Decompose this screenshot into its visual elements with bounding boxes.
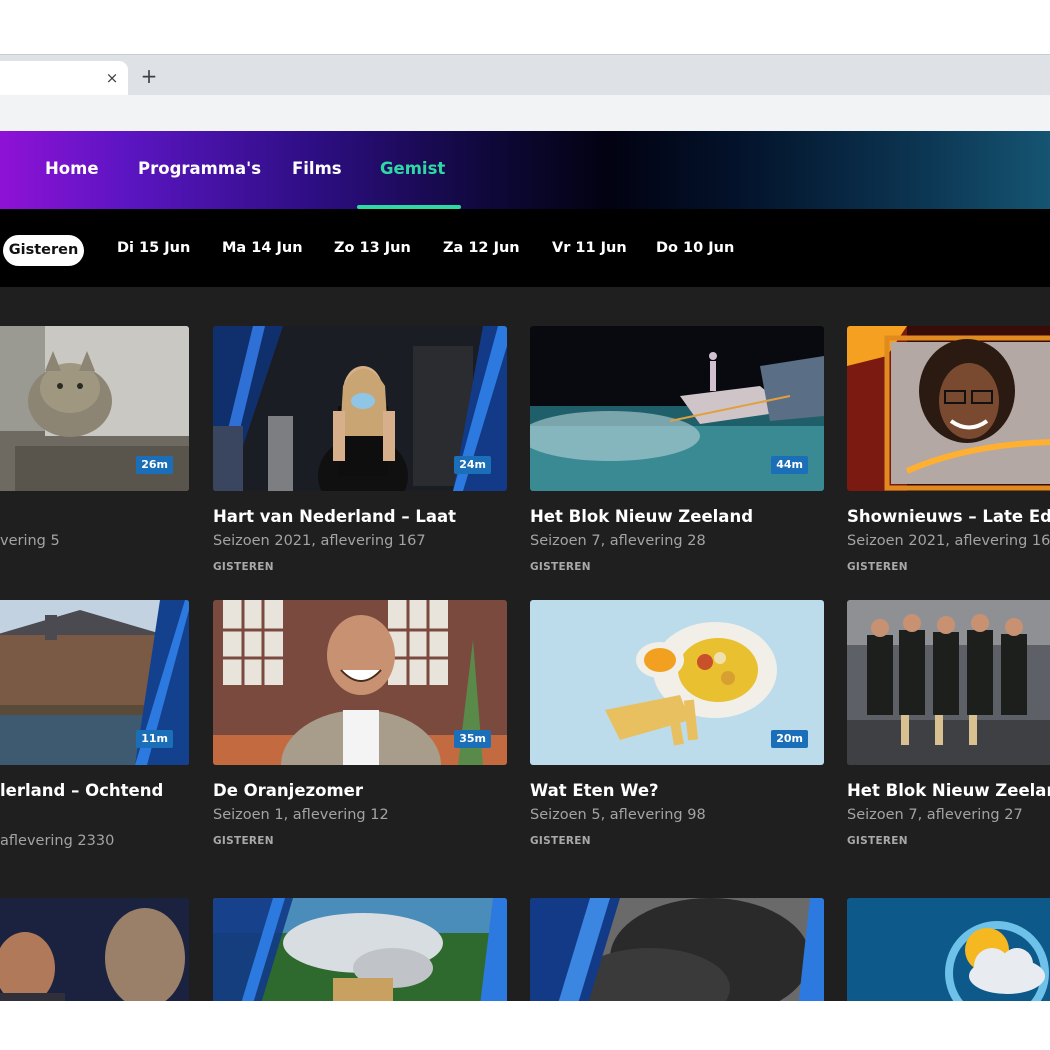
episode-subtitle: Seizoen 5, aflevering 98 bbox=[530, 807, 706, 823]
episode-date: GISTEREN bbox=[213, 835, 274, 847]
new-tab-icon[interactable]: + bbox=[140, 66, 158, 86]
woman-street-thumbnail: 24m bbox=[213, 326, 507, 491]
episode-date: GISTEREN bbox=[530, 835, 591, 847]
nav-gemist[interactable]: Gemist bbox=[380, 159, 445, 181]
group-photo-thumbnail bbox=[847, 600, 1050, 765]
duration-badge: 35m bbox=[454, 730, 491, 748]
browser-toolbar bbox=[0, 95, 1050, 131]
episode-date: GISTEREN bbox=[847, 561, 908, 573]
episode-subtitle: Seizoen 7, aflevering 27 bbox=[847, 807, 1023, 823]
episode-title: Hart van Nederland – Laat bbox=[213, 507, 456, 526]
episode-title: Shownieuws – Late Editi bbox=[847, 507, 1050, 526]
duration-badge: 44m bbox=[771, 456, 808, 474]
date-ma-14-jun[interactable]: Ma 14 Jun bbox=[222, 240, 303, 260]
episode-grid: 26m vering 5 24m Hart van Nederland – La… bbox=[0, 287, 1050, 1001]
top-navigation: Home Programma's Films Gemist bbox=[0, 131, 1050, 209]
binnenhof-thumbnail: 11m bbox=[0, 600, 189, 765]
date-di-15-jun[interactable]: Di 15 Jun bbox=[117, 240, 190, 260]
episode-title: Wat Eten We? bbox=[530, 781, 659, 800]
people-thumbnail bbox=[0, 898, 189, 1001]
weather-sun-cloud-thumbnail bbox=[847, 898, 1050, 1001]
presenter-thumbnail bbox=[847, 326, 1050, 491]
close-tab-icon[interactable]: × bbox=[104, 70, 120, 86]
duration-badge: 20m bbox=[771, 730, 808, 748]
episode-subtitle: Seizoen 1, aflevering 12 bbox=[213, 807, 389, 823]
video-site: Home Programma's Films Gemist Gisteren D… bbox=[0, 131, 1050, 1001]
fire-aerial-thumbnail bbox=[213, 898, 507, 1001]
date-selector: Gisteren Di 15 Jun Ma 14 Jun Zo 13 Jun Z… bbox=[0, 209, 1050, 287]
night-water-thumbnail: 44m bbox=[530, 326, 824, 491]
episode-subtitle: Seizoen 2021, aflevering 167 bbox=[213, 533, 426, 549]
duration-badge: 26m bbox=[136, 456, 173, 474]
date-vr-11-jun[interactable]: Vr 11 Jun bbox=[552, 240, 627, 260]
man-laughing-thumbnail: 35m bbox=[213, 600, 507, 765]
date-gisteren[interactable]: Gisteren bbox=[3, 235, 84, 266]
episode-date: GISTEREN bbox=[530, 561, 591, 573]
food-bowl-thumbnail: 20m bbox=[530, 600, 824, 765]
episode-subtitle: Seizoen 7, aflevering 28 bbox=[530, 533, 706, 549]
episode-subtitle: Seizoen 2021, aflevering 166 bbox=[847, 533, 1050, 549]
episode-title: Het Blok Nieuw Zeeland bbox=[847, 781, 1050, 800]
page-margin-top bbox=[0, 0, 1050, 54]
episode-title: De Oranjezomer bbox=[213, 781, 363, 800]
smoke-thumbnail bbox=[530, 898, 824, 1001]
browser-tab[interactable]: × bbox=[0, 61, 128, 96]
duration-badge: 24m bbox=[454, 456, 491, 474]
date-do-10-jun[interactable]: Do 10 Jun bbox=[656, 240, 734, 260]
page-margin-bottom bbox=[0, 1001, 1050, 1050]
duration-badge: 11m bbox=[136, 730, 173, 748]
nav-programmas[interactable]: Programma's bbox=[138, 159, 261, 181]
nav-home[interactable]: Home bbox=[45, 159, 99, 181]
nav-films[interactable]: Films bbox=[292, 159, 342, 181]
browser-tab-strip: × + bbox=[0, 54, 1050, 96]
date-zo-13-jun[interactable]: Zo 13 Jun bbox=[334, 240, 411, 260]
wildcat-thumbnail: 26m bbox=[0, 326, 189, 491]
date-za-12-jun[interactable]: Za 12 Jun bbox=[443, 240, 520, 260]
episode-title: Het Blok Nieuw Zeeland bbox=[530, 507, 753, 526]
episode-date: GISTEREN bbox=[213, 561, 274, 573]
episode-date: GISTEREN bbox=[847, 835, 908, 847]
